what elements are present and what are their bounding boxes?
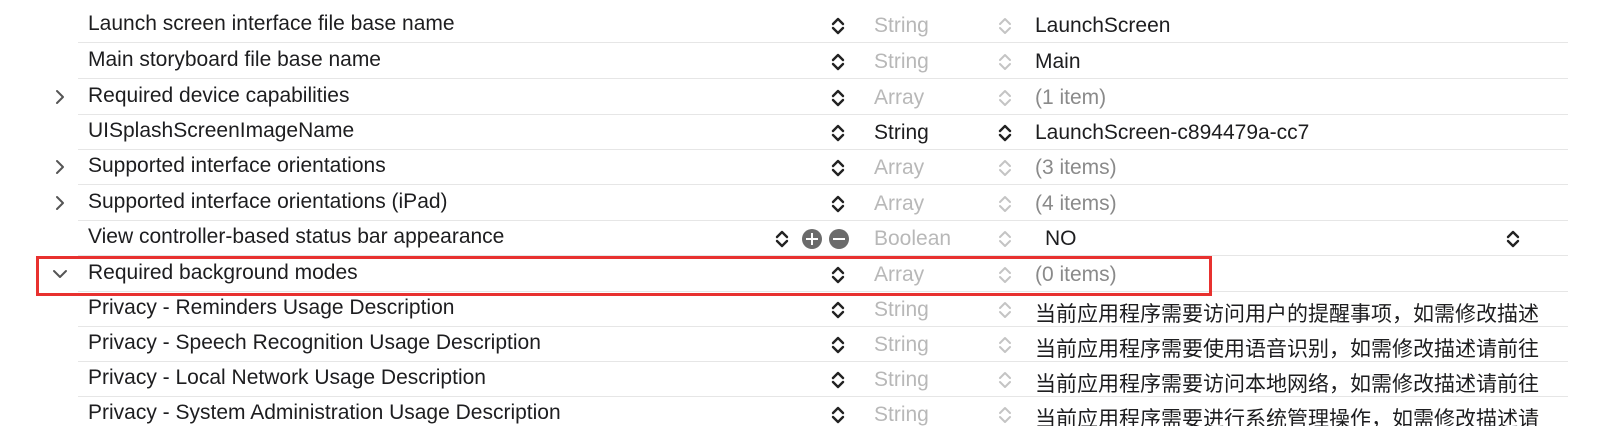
row-type: Array (874, 156, 925, 179)
plist-row-privacy-local-network[interactable]: Privacy - Local Network Usage Descriptio… (0, 361, 1598, 397)
plist-row-supported-orientations-ipad[interactable]: Supported interface orientations (iPad) … (0, 185, 1598, 221)
value-popup-stepper-icon[interactable] (1506, 229, 1520, 249)
disclosure-chevron-right-icon[interactable] (50, 193, 70, 213)
row-value[interactable]: 当前应用程序需要访问用户的提醒事项，如需修改描述 (1035, 298, 1565, 328)
key-stepper-icon[interactable] (831, 52, 845, 72)
row-key: Required device capabilities (88, 84, 350, 107)
row-key: Privacy - Reminders Usage Description (88, 296, 455, 319)
row-key: View controller-based status bar appeara… (88, 225, 505, 248)
plist-row-splash-screen-image[interactable]: UISplashScreenImageName String LaunchScr… (0, 114, 1598, 150)
highlight-annotation-box (36, 256, 1212, 296)
row-value: (4 items) (1035, 192, 1117, 215)
row-key: UISplashScreenImageName (88, 119, 355, 142)
row-value[interactable]: Main (1035, 50, 1565, 74)
row-type: String (874, 368, 929, 391)
type-stepper-icon[interactable] (998, 405, 1012, 425)
row-key: Privacy - System Administration Usage De… (88, 401, 561, 424)
row-value: (1 item) (1035, 86, 1107, 109)
row-type: String (874, 50, 929, 73)
row-key: Privacy - Speech Recognition Usage Descr… (88, 331, 541, 354)
plist-row-required-device-capabilities[interactable]: Required device capabilities Array (1 it… (0, 79, 1598, 115)
add-row-button[interactable] (802, 229, 822, 249)
type-stepper-icon[interactable] (998, 123, 1012, 143)
row-value[interactable]: 当前应用程序需要使用语音识别，如需修改描述请前往 (1035, 333, 1565, 363)
key-stepper-icon[interactable] (831, 405, 845, 425)
type-stepper-icon[interactable] (998, 229, 1012, 249)
row-value[interactable]: LaunchScreen-c894479a-cc7 (1035, 121, 1565, 145)
info-plist-editor: Launch screen interface file base name S… (0, 0, 1598, 426)
plist-row-launch-screen[interactable]: Launch screen interface file base name S… (0, 7, 1598, 43)
plist-row-privacy-speech-recognition[interactable]: Privacy - Speech Recognition Usage Descr… (0, 326, 1598, 362)
key-stepper-icon[interactable] (831, 88, 845, 108)
type-stepper-icon[interactable] (998, 370, 1012, 390)
key-stepper-icon[interactable] (831, 370, 845, 390)
key-stepper-icon[interactable] (831, 335, 845, 355)
row-value[interactable]: 当前应用程序需要访问本地网络，如需修改描述请前往 (1035, 368, 1565, 398)
key-stepper-icon[interactable] (831, 158, 845, 178)
type-stepper-icon[interactable] (998, 158, 1012, 178)
type-stepper-icon[interactable] (998, 88, 1012, 108)
row-key: Launch screen interface file base name (88, 12, 455, 35)
type-stepper-icon[interactable] (998, 52, 1012, 72)
key-stepper-icon[interactable] (831, 123, 845, 143)
type-stepper-icon[interactable] (998, 194, 1012, 214)
row-type: String (874, 403, 929, 426)
row-type: String (874, 298, 929, 321)
row-type: String (874, 333, 929, 356)
key-stepper-icon[interactable] (775, 229, 789, 249)
type-stepper-icon[interactable] (998, 16, 1012, 36)
row-type: Array (874, 86, 925, 109)
plist-row-privacy-reminders[interactable]: Privacy - Reminders Usage Description St… (0, 291, 1598, 327)
disclosure-chevron-right-icon[interactable] (50, 157, 70, 177)
plist-row-privacy-system-administration[interactable]: Privacy - System Administration Usage De… (0, 396, 1598, 426)
row-value: (3 items) (1035, 156, 1117, 179)
row-value-popup[interactable]: NO (1045, 227, 1575, 251)
row-key: Supported interface orientations (iPad) (88, 190, 448, 213)
type-stepper-icon[interactable] (998, 300, 1012, 320)
disclosure-chevron-right-icon[interactable] (50, 87, 70, 107)
key-stepper-icon[interactable] (831, 16, 845, 36)
type-stepper-icon[interactable] (998, 335, 1012, 355)
row-value[interactable]: 当前应用程序需要进行系统管理操作，如需修改描述请 (1035, 403, 1565, 426)
remove-row-button[interactable] (829, 229, 849, 249)
plist-row-main-storyboard[interactable]: Main storyboard file base name String Ma… (0, 43, 1598, 79)
row-key: Privacy - Local Network Usage Descriptio… (88, 366, 486, 389)
row-value[interactable]: LaunchScreen (1035, 14, 1565, 38)
row-type: Boolean (874, 227, 952, 250)
row-key: Supported interface orientations (88, 154, 386, 177)
plist-row-supported-orientations[interactable]: Supported interface orientations Array (… (0, 149, 1598, 185)
plist-row-view-controller-status-bar[interactable]: View controller-based status bar appeara… (0, 220, 1598, 256)
row-type: Array (874, 192, 925, 215)
row-key: Main storyboard file base name (88, 48, 381, 71)
row-type: String (874, 121, 929, 144)
key-stepper-icon[interactable] (831, 300, 845, 320)
key-stepper-icon[interactable] (831, 194, 845, 214)
row-type: String (874, 14, 929, 37)
